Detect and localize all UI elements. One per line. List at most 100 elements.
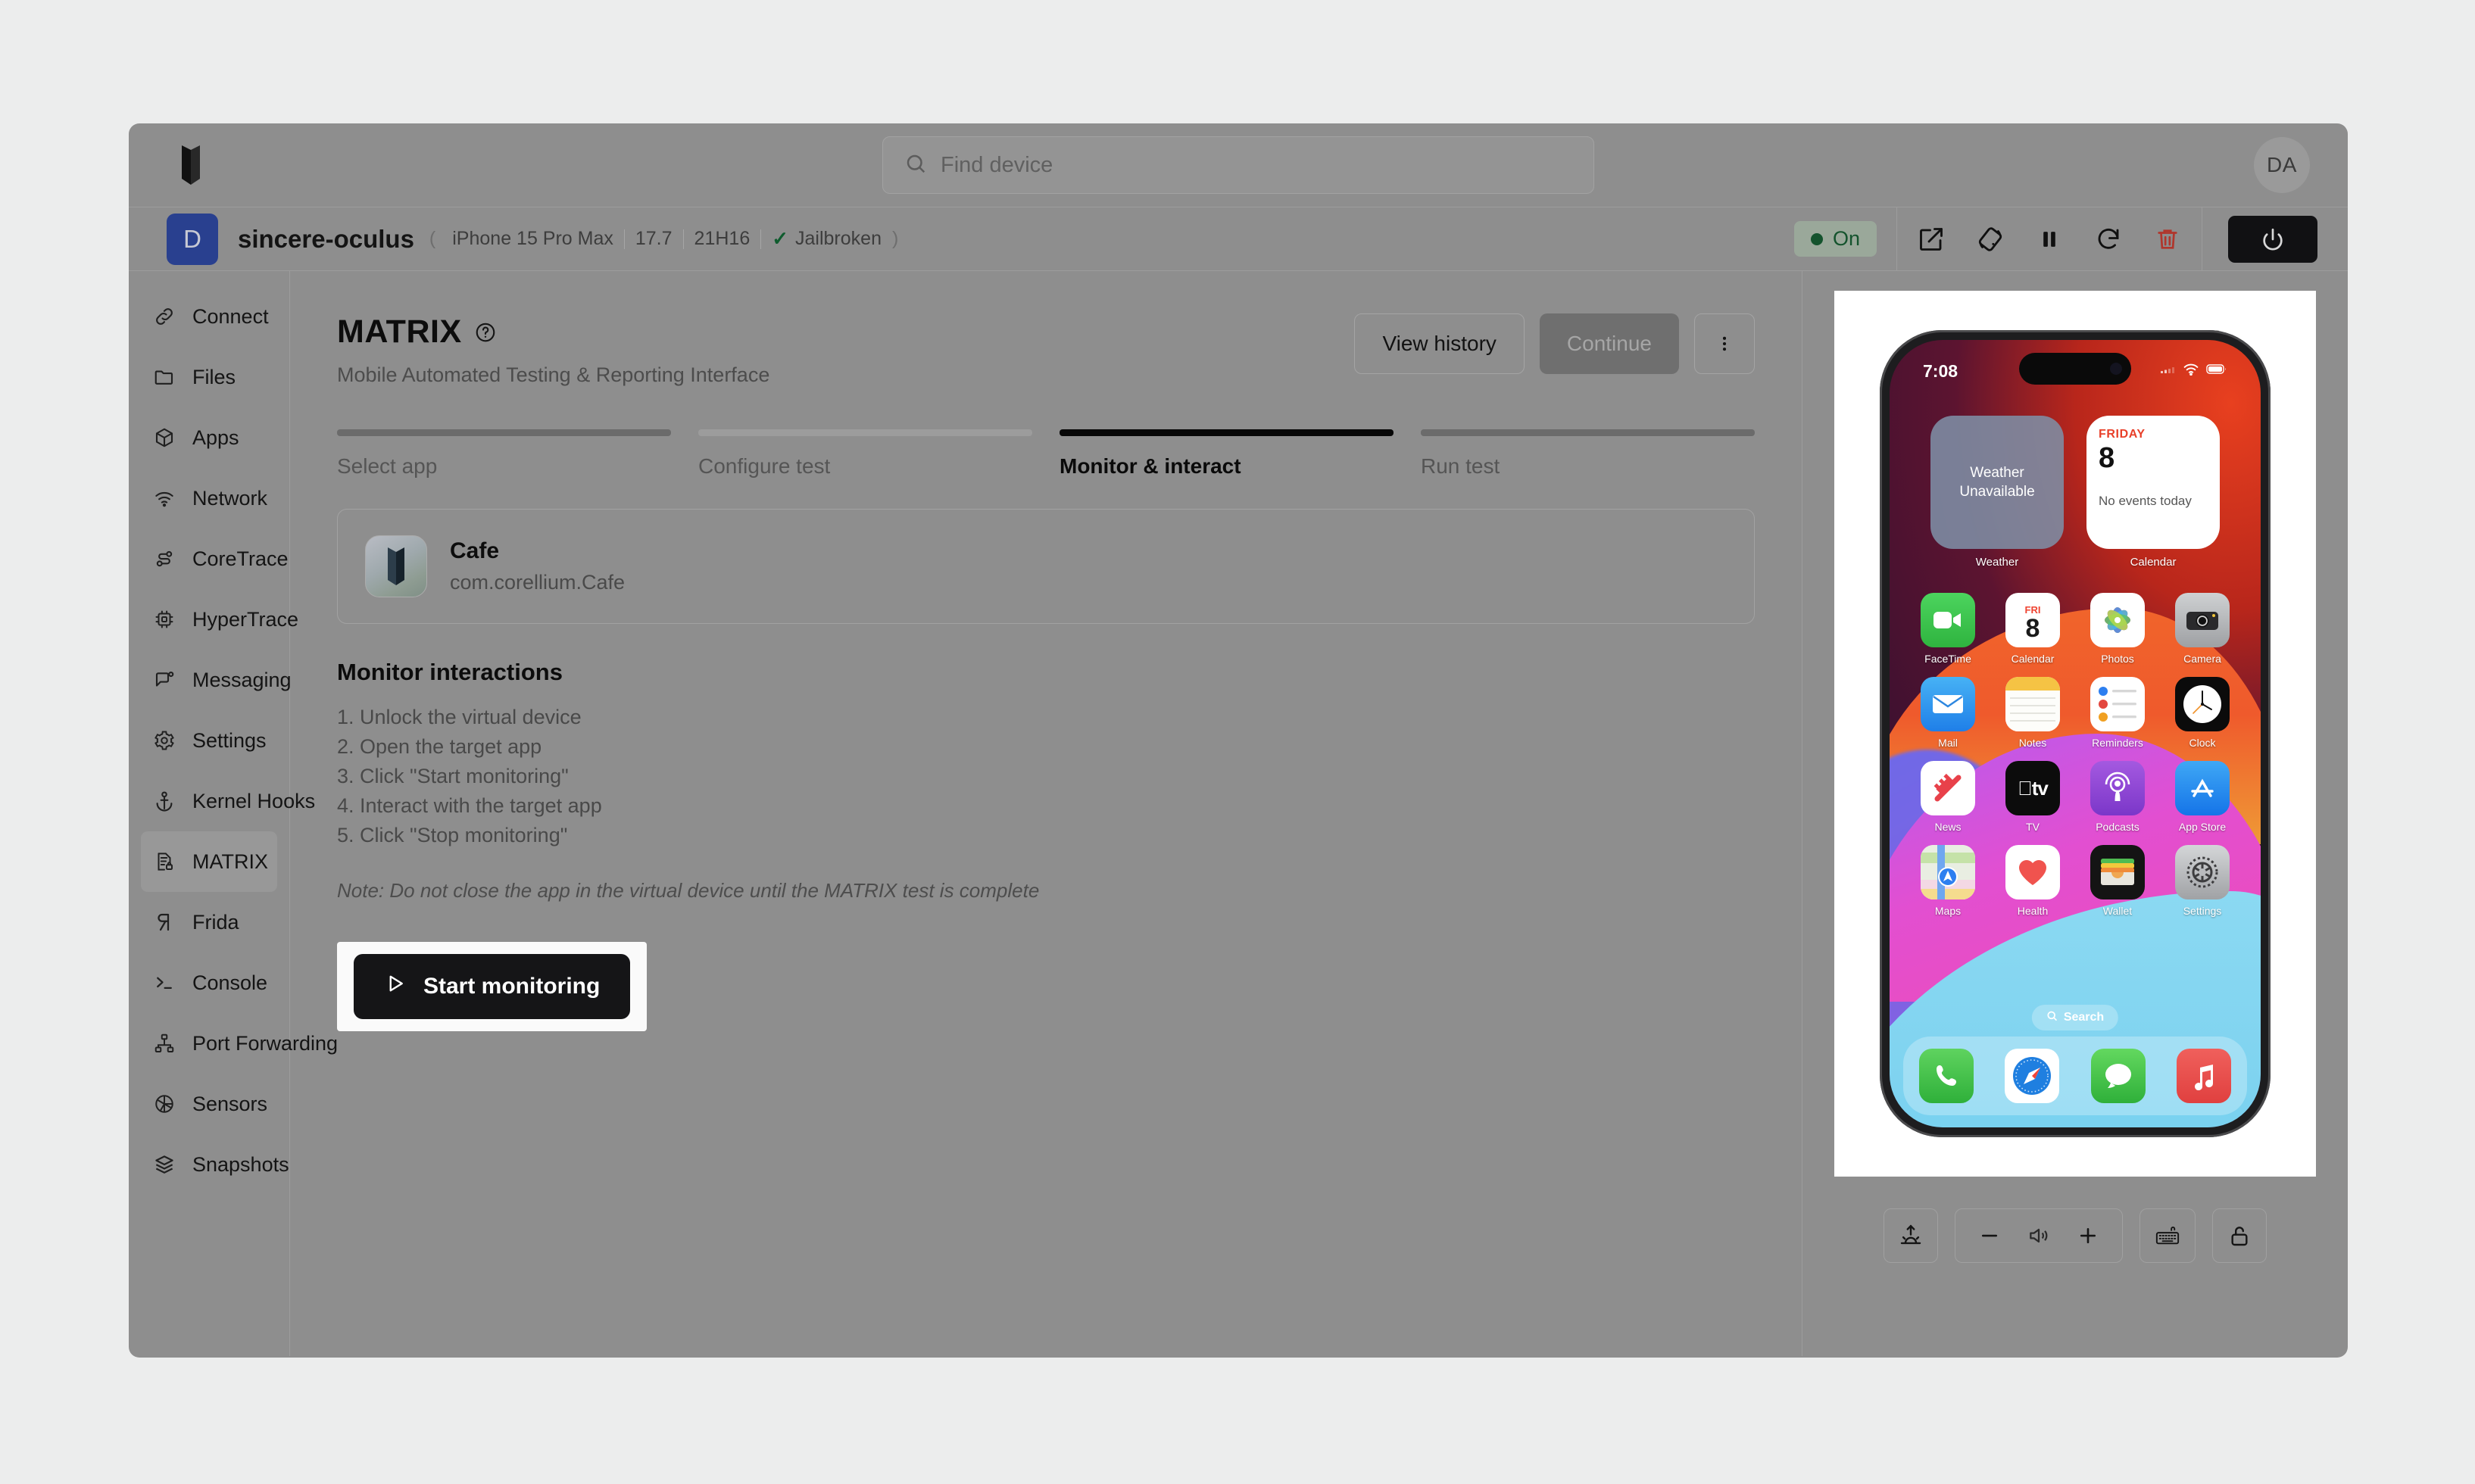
brightness-button[interactable] <box>1884 1208 1938 1263</box>
status-label: On <box>1832 227 1860 250</box>
volume-up-button[interactable] <box>2077 1224 2099 1247</box>
sidebar-item-hypertrace[interactable]: HyperTrace <box>141 589 298 650</box>
sidebar-item-label: Sensors <box>192 1092 268 1115</box>
body: Connect Files Apps Network CoreTrace Hyp… <box>129 271 2348 1356</box>
step-bar <box>1421 429 1755 436</box>
app-maps[interactable]: Maps <box>1915 845 1980 917</box>
widget-weather[interactable]: Weather Unavailable Weather <box>1930 416 2064 569</box>
step-bar <box>337 429 671 436</box>
step-progress: Select app Configure test Monitor & inte… <box>337 429 1755 479</box>
cellular-icon <box>2161 364 2176 379</box>
step-label: Select app <box>337 454 438 478</box>
sidebar-item-network[interactable]: Network <box>141 468 277 528</box>
sidebar-item-console[interactable]: Console <box>141 952 277 1013</box>
sidebar-item-messaging[interactable]: Messaging <box>141 650 292 710</box>
pause-icon[interactable] <box>2020 210 2079 269</box>
sidebar-item-frida[interactable]: Frida <box>141 892 277 952</box>
sidebar-item-matrix[interactable]: MATRIX <box>141 831 277 892</box>
selected-app-card[interactable]: Cafe com.corellium.Cafe <box>337 509 1755 624</box>
sidebar-item-sensors[interactable]: Sensors <box>141 1074 277 1134</box>
corellium-logo-icon[interactable] <box>167 141 215 189</box>
app-row: News tv TV <box>1915 761 2235 833</box>
start-monitoring-button[interactable]: Start monitoring <box>354 954 631 1019</box>
health-icon <box>2005 845 2060 899</box>
sidebar-item-label: Frida <box>192 910 239 934</box>
view-history-button[interactable]: View history <box>1354 313 1525 374</box>
cafe-app-icon <box>365 535 427 597</box>
sidebar-item-connect[interactable]: Connect <box>141 286 277 347</box>
lock-button[interactable] <box>2212 1208 2267 1263</box>
device-model: iPhone 15 Pro Max <box>452 228 613 249</box>
home-search-pill[interactable]: Search <box>2031 1005 2119 1030</box>
phone-icon[interactable] <box>1918 1049 1974 1103</box>
app-mail[interactable]: Mail <box>1915 677 1980 749</box>
app-wallet[interactable]: Wallet <box>2085 845 2150 917</box>
settings-icon <box>2175 845 2230 899</box>
volume-down-button[interactable] <box>1978 1224 2001 1247</box>
battery-icon <box>2206 363 2227 379</box>
app-podcasts[interactable]: Podcasts <box>2085 761 2150 833</box>
sidebar-item-port-forwarding[interactable]: Port Forwarding <box>141 1013 338 1074</box>
safari-icon[interactable] <box>2005 1049 2060 1103</box>
sidebar-item-files[interactable]: Files <box>141 347 277 407</box>
avatar[interactable]: DA <box>2254 137 2310 193</box>
delete-icon[interactable] <box>2138 210 2197 269</box>
widget-calendar[interactable]: FRIDAY 8 No events today Calendar <box>2086 416 2220 569</box>
app-news[interactable]: News <box>1915 761 1980 833</box>
layers-icon <box>151 1152 177 1177</box>
restart-icon[interactable] <box>2079 210 2138 269</box>
more-options-button[interactable] <box>1694 313 1755 374</box>
home-search-label: Search <box>2063 1011 2105 1024</box>
messages-icon[interactable] <box>2090 1049 2146 1103</box>
app-camera[interactable]: Camera <box>2170 593 2235 665</box>
sidebar-item-coretrace[interactable]: CoreTrace <box>141 528 289 589</box>
step-monitor-interact[interactable]: Monitor & interact <box>1060 429 1394 479</box>
step-run-test[interactable]: Run test <box>1421 429 1755 479</box>
step-configure-test[interactable]: Configure test <box>698 429 1032 479</box>
app-label: TV <box>2026 821 2040 833</box>
app-label: Calendar <box>2011 653 2055 665</box>
phone-screen[interactable]: 7:08 Weather Unavailable Weather FRIDAY … <box>1890 340 2261 1127</box>
app-notes[interactable]: Notes <box>2000 677 2065 749</box>
rotate-device-icon[interactable] <box>1961 210 2020 269</box>
sidebar-item-label: Files <box>192 365 236 388</box>
weather-widget-body: Weather Unavailable <box>1930 416 2064 549</box>
open-external-icon[interactable] <box>1902 210 1961 269</box>
mail-icon <box>1921 677 1975 731</box>
search-box[interactable] <box>882 136 1594 194</box>
app-label: Health <box>2017 905 2049 917</box>
app-health[interactable]: Health <box>2000 845 2065 917</box>
app-label: Mail <box>1938 737 1958 749</box>
music-icon[interactable] <box>2177 1049 2232 1103</box>
sidebar-item-label: MATRIX <box>192 850 268 873</box>
sidebar-item-snapshots[interactable]: Snapshots <box>141 1134 289 1195</box>
sidebar-item-label: HyperTrace <box>192 607 299 631</box>
keyboard-button[interactable] <box>2139 1208 2196 1263</box>
maps-icon <box>1921 845 1975 899</box>
status-bar-indicators <box>2161 363 2227 379</box>
sidebar-item-kernel-hooks[interactable]: Kernel Hooks <box>141 771 315 831</box>
power-button[interactable] <box>2228 215 2317 263</box>
app-calendar[interactable]: FRI 8 Calendar <box>2000 593 2065 665</box>
step-select-app[interactable]: Select app <box>337 429 671 479</box>
device-name[interactable]: sincere-oculus <box>238 225 414 254</box>
search-input[interactable] <box>941 152 1572 178</box>
volume-controls <box>1955 1208 2123 1263</box>
anchor-icon <box>151 788 177 814</box>
app-reminders[interactable]: Reminders <box>2085 677 2150 749</box>
app-appstore[interactable]: App Store <box>2170 761 2235 833</box>
app-tv[interactable]: tv TV <box>2000 761 2065 833</box>
app-clock[interactable]: Clock <box>2170 677 2235 749</box>
app-photos[interactable]: Photos <box>2085 593 2150 665</box>
step-label: Configure test <box>698 454 831 478</box>
app-settings[interactable]: Settings <box>2170 845 2235 917</box>
sidebar-item-label: Connect <box>192 304 269 328</box>
sidebar-item-settings[interactable]: Settings <box>141 710 277 771</box>
help-icon[interactable] <box>474 321 497 344</box>
search-icon <box>904 152 927 179</box>
app-facetime[interactable]: FaceTime <box>1915 593 1980 665</box>
step-label: Monitor & interact <box>1060 454 1241 478</box>
continue-button[interactable]: Continue <box>1539 313 1679 374</box>
sidebar-item-apps[interactable]: Apps <box>141 407 277 468</box>
device-controls <box>1884 1208 2267 1263</box>
